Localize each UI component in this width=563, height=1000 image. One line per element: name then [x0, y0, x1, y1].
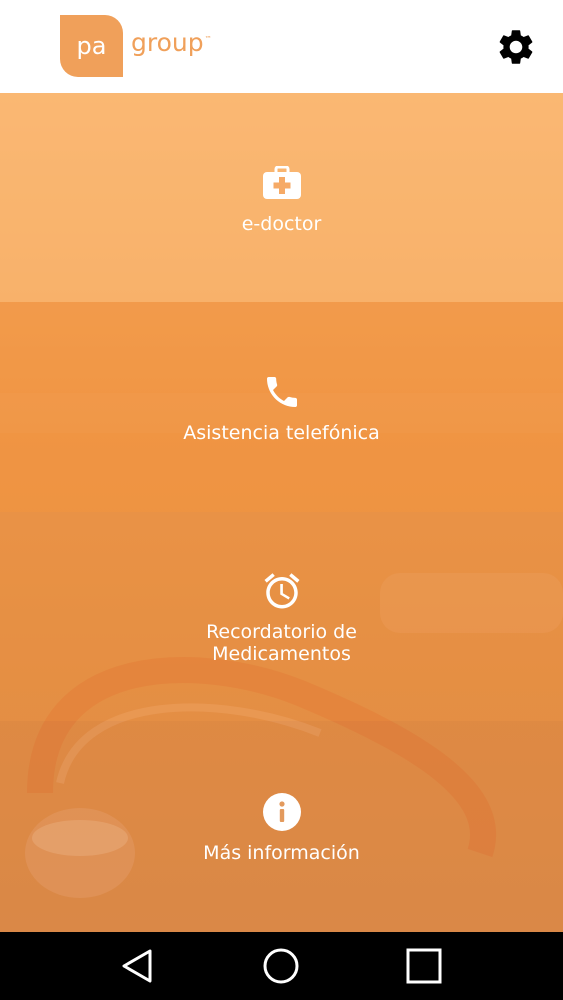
menu-item-label: Más información	[203, 841, 360, 864]
logo-mark: pa	[60, 15, 123, 77]
nav-recents-button[interactable]	[402, 944, 446, 988]
nav-back-button[interactable]	[115, 944, 159, 988]
logo-word-text: group	[131, 28, 204, 57]
gear-icon	[499, 30, 533, 64]
phone-icon	[260, 370, 304, 414]
app-screen: pa group™ e-doctor Asistencia telefónica…	[0, 0, 563, 1000]
menu-item-asistencia-telefonica[interactable]: Asistencia telefónica	[0, 302, 563, 512]
menu-item-label: Recordatorio de Medicamentos	[206, 620, 357, 665]
app-header: pa group™	[0, 0, 563, 93]
alarm-clock-icon	[260, 569, 304, 613]
back-triangle-icon	[122, 949, 152, 983]
nav-home-button[interactable]	[259, 944, 303, 988]
main-menu: e-doctor Asistencia telefónica Recordato…	[0, 93, 563, 932]
menu-item-mas-informacion[interactable]: Más información	[0, 721, 563, 932]
menu-item-label: Asistencia telefónica	[183, 422, 380, 444]
pa-group-logo: pa group™	[60, 15, 212, 77]
first-aid-kit-icon	[260, 161, 304, 205]
menu-item-recordatorio-medicamentos[interactable]: Recordatorio de Medicamentos	[0, 512, 563, 721]
info-icon	[260, 790, 304, 834]
recents-square-icon	[406, 948, 442, 984]
logo-trademark: ™	[204, 35, 212, 43]
menu-item-label: e-doctor	[241, 212, 322, 235]
logo-wordmark: group™	[131, 29, 212, 57]
system-navigation-bar	[0, 932, 563, 1000]
settings-button[interactable]	[494, 25, 538, 69]
menu-item-e-doctor[interactable]: e-doctor	[0, 93, 563, 302]
home-circle-icon	[263, 948, 299, 984]
